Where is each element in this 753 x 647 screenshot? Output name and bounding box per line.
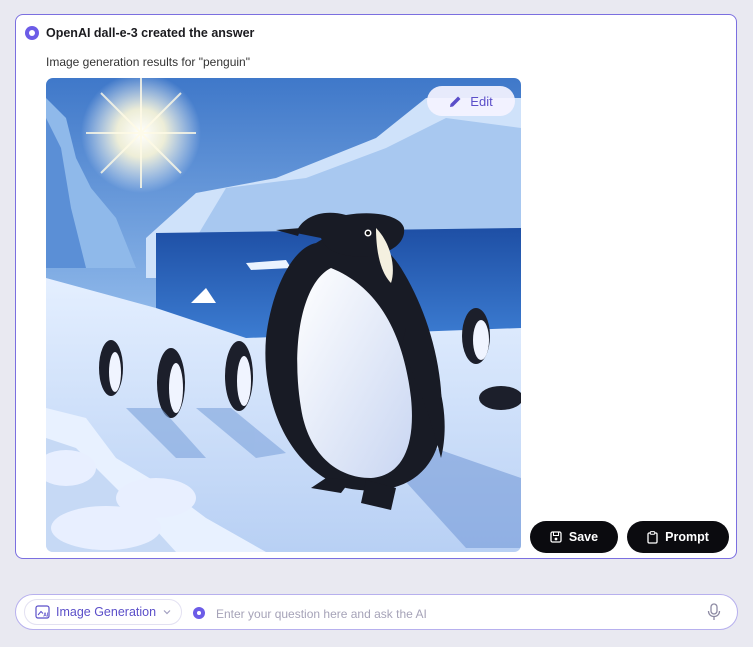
edit-label: Edit bbox=[470, 93, 493, 109]
chat-input-bar: AI Image Generation bbox=[15, 594, 738, 630]
penguin-illustration bbox=[46, 78, 521, 552]
microphone-icon[interactable] bbox=[707, 603, 721, 621]
answer-subtitle: Image generation results for "penguin" bbox=[46, 55, 250, 69]
answer-card: OpenAI dall-e-3 created the answer Image… bbox=[15, 14, 737, 559]
prompt-label: Prompt bbox=[665, 530, 709, 544]
prompt-button[interactable]: Prompt bbox=[627, 521, 729, 553]
mode-label: Image Generation bbox=[56, 605, 157, 619]
clipboard-icon bbox=[647, 530, 658, 544]
save-button[interactable]: Save bbox=[530, 521, 618, 553]
svg-text:AI: AI bbox=[43, 613, 49, 619]
generated-image[interactable]: Edit bbox=[46, 78, 521, 552]
input-indicator-icon bbox=[193, 607, 205, 619]
save-label: Save bbox=[568, 530, 599, 544]
radio-dot-icon bbox=[25, 26, 39, 40]
pencil-icon bbox=[450, 96, 461, 107]
question-input[interactable] bbox=[214, 603, 688, 625]
image-ai-icon: AI bbox=[35, 605, 50, 619]
answer-title: OpenAI dall-e-3 created the answer bbox=[46, 26, 255, 40]
chevron-down-icon bbox=[163, 610, 171, 615]
edit-button[interactable]: Edit bbox=[427, 86, 515, 116]
mode-select[interactable]: AI Image Generation bbox=[24, 599, 182, 625]
save-icon bbox=[550, 531, 562, 543]
answer-header: OpenAI dall-e-3 created the answer bbox=[25, 26, 254, 40]
